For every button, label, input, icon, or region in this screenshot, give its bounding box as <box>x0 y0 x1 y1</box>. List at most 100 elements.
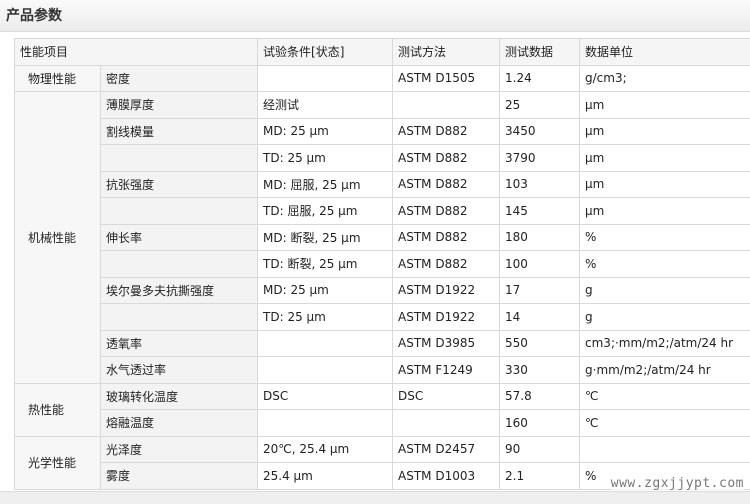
table-row: 透氧率 ASTM D3985550cm3;·mm/m2;/atm/24 hr <box>15 330 750 357</box>
unit-cell: g <box>580 304 750 331</box>
item-cell <box>101 304 258 331</box>
unit-cell: g <box>580 277 750 304</box>
item-cell <box>101 251 258 278</box>
condition-cell: 20℃, 25.4 μm <box>258 436 393 463</box>
watermark: www.zgxjjypt.com <box>611 476 744 491</box>
value-cell: 25 <box>500 92 580 119</box>
item-cell: 玻璃转化温度 <box>101 383 258 410</box>
value-cell: 57.8 <box>500 383 580 410</box>
item-cell: 伸长率 <box>101 224 258 251</box>
value-cell: 330 <box>500 357 580 384</box>
method-cell <box>393 410 500 437</box>
item-cell <box>101 145 258 172</box>
condition-cell: TD: 25 μm <box>258 304 393 331</box>
method-cell: ASTM D882 <box>393 171 500 198</box>
table-row: TD: 屈服, 25 μmASTM D882145μm <box>15 198 750 225</box>
header-cell-unit: 数据单位 <box>580 39 750 66</box>
unit-cell: μm <box>580 118 750 145</box>
condition-cell: DSC <box>258 383 393 410</box>
category-cell: 机械性能 <box>15 92 101 384</box>
item-cell: 透氧率 <box>101 330 258 357</box>
method-cell: ASTM D2457 <box>393 436 500 463</box>
table-row: 机械性能薄膜厚度经测试25μm <box>15 92 750 119</box>
table-row: 光学性能光泽度20℃, 25.4 μmASTM D245790 <box>15 436 750 463</box>
table-row: 割线模量MD: 25 μmASTM D8823450μm <box>15 118 750 145</box>
value-cell: 100 <box>500 251 580 278</box>
unit-cell: g/cm3; <box>580 65 750 92</box>
item-cell: 熔融温度 <box>101 410 258 437</box>
table-row: TD: 25 μmASTM D8823790μm <box>15 145 750 172</box>
table-row: 热性能玻璃转化温度DSCDSC57.8℃ <box>15 383 750 410</box>
item-cell: 埃尔曼多夫抗撕强度 <box>101 277 258 304</box>
condition-cell: MD: 25 μm <box>258 277 393 304</box>
condition-cell: MD: 屈服, 25 μm <box>258 171 393 198</box>
spec-table: 性能项目 试验条件[状态] 测试方法 测试数据 数据单位 物理性能 密度 ASTM … <box>14 38 750 490</box>
value-cell: 550 <box>500 330 580 357</box>
table-row: 水气透过率ASTM F1249330g·mm/m2;/atm/24 hr <box>15 357 750 384</box>
method-cell: ASTM D1505 <box>393 65 500 92</box>
unit-cell <box>580 436 750 463</box>
method-cell <box>393 92 500 119</box>
value-cell: 145 <box>500 198 580 225</box>
category-label: 物理性能 <box>20 72 76 86</box>
header-cell-condition: 试验条件[状态] <box>258 39 393 66</box>
unit-cell: μm <box>580 171 750 198</box>
item-cell: 光泽度 <box>101 436 258 463</box>
condition-cell: MD: 25 μm <box>258 118 393 145</box>
unit-cell: ℃ <box>580 383 750 410</box>
category-cell: 热性能 <box>15 383 101 436</box>
item-cell: 雾度 <box>101 463 258 490</box>
item-cell: 密度 <box>101 65 258 92</box>
condition-cell: TD: 断裂, 25 μm <box>258 251 393 278</box>
method-cell: ASTM D1003 <box>393 463 500 490</box>
condition-cell: 经测试 <box>258 92 393 119</box>
value-cell: 14 <box>500 304 580 331</box>
table-row: 熔融温度160℃ <box>15 410 750 437</box>
method-cell: ASTM F1249 <box>393 357 500 384</box>
category-label: 热性能 <box>20 403 64 417</box>
condition-cell: TD: 25 μm <box>258 145 393 172</box>
page-title: 产品参数 <box>6 5 62 25</box>
header-cell-value: 测试数据 <box>500 39 580 66</box>
condition-cell <box>258 410 393 437</box>
unit-cell: μm <box>580 92 750 119</box>
value-cell: 180 <box>500 224 580 251</box>
condition-cell <box>258 357 393 384</box>
value-cell: 160 <box>500 410 580 437</box>
category-label: 光学性能 <box>20 456 76 470</box>
condition-cell: 25.4 μm <box>258 463 393 490</box>
title-bar: 产品参数 <box>0 0 750 32</box>
value-cell: 1.24 <box>500 65 580 92</box>
value-cell: 3450 <box>500 118 580 145</box>
table-row: 伸长率MD: 断裂, 25 μmASTM D882180% <box>15 224 750 251</box>
item-cell <box>101 198 258 225</box>
method-cell: ASTM D3985 <box>393 330 500 357</box>
value-cell: 17 <box>500 277 580 304</box>
method-cell: ASTM D882 <box>393 198 500 225</box>
item-cell: 抗张强度 <box>101 171 258 198</box>
condition-cell: TD: 屈服, 25 μm <box>258 198 393 225</box>
table-row: 物理性能 密度 ASTM D15051.24g/cm3; <box>15 65 750 92</box>
category-cell: 光学性能 <box>15 436 101 489</box>
header-cell-method: 测试方法 <box>393 39 500 66</box>
header-cell-item: 性能项目 <box>15 39 258 66</box>
value-cell: 3790 <box>500 145 580 172</box>
category-cell: 物理性能 <box>15 65 101 92</box>
method-cell: ASTM D1922 <box>393 304 500 331</box>
method-cell: ASTM D882 <box>393 118 500 145</box>
item-cell: 水气透过率 <box>101 357 258 384</box>
table-row: TD: 25 μmASTM D192214g <box>15 304 750 331</box>
category-label: 机械性能 <box>20 231 76 245</box>
bottom-strip <box>0 491 750 504</box>
table-row: TD: 断裂, 25 μmASTM D882100% <box>15 251 750 278</box>
unit-cell: cm3;·mm/m2;/atm/24 hr <box>580 330 750 357</box>
unit-cell: % <box>580 251 750 278</box>
unit-cell: % <box>580 224 750 251</box>
condition-cell: MD: 断裂, 25 μm <box>258 224 393 251</box>
condition-cell <box>258 330 393 357</box>
value-cell: 103 <box>500 171 580 198</box>
item-cell: 薄膜厚度 <box>101 92 258 119</box>
method-cell: ASTM D882 <box>393 224 500 251</box>
condition-cell <box>258 65 393 92</box>
unit-cell: μm <box>580 198 750 225</box>
